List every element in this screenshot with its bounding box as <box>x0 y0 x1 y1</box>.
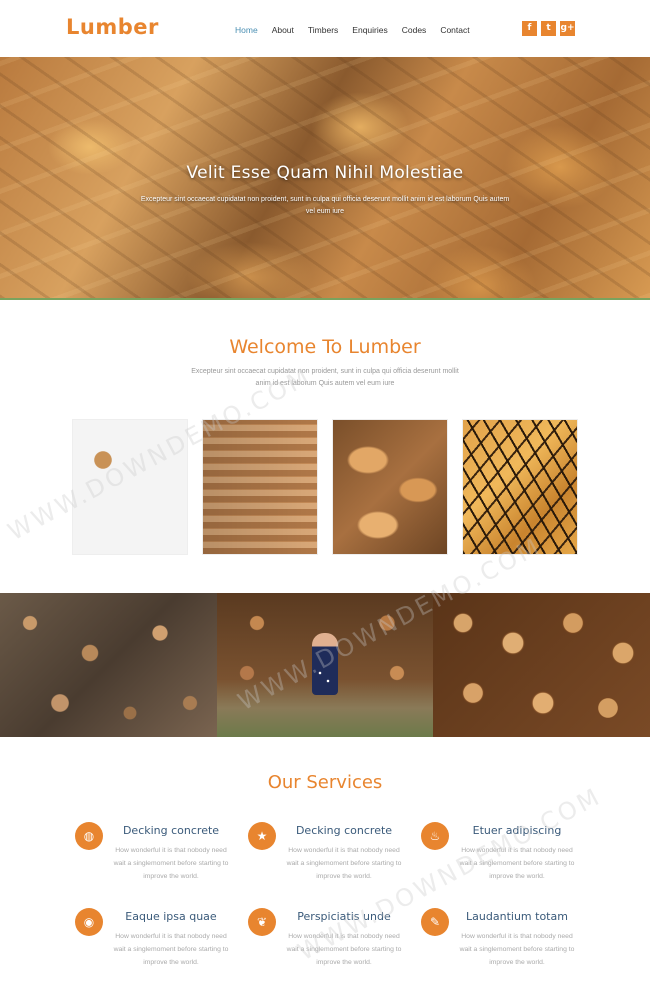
strip-image-woman-logs <box>217 593 433 737</box>
service-text: How wonderful it is that nobody need wai… <box>113 933 229 966</box>
welcome-text: Excepteur sint occaecat cupidatat non pr… <box>191 368 459 387</box>
person-figure <box>312 633 338 695</box>
twitter-icon[interactable]: t <box>541 21 556 36</box>
gallery-image-planks[interactable] <box>202 419 318 555</box>
circle-dot-icon: ◉ <box>75 908 103 936</box>
wrench-icon: ✎ <box>421 908 449 936</box>
services-title: Our Services <box>267 772 383 793</box>
service-item: ❦ Perspiciatis unde How wonderful it is … <box>248 908 418 980</box>
hero-title: Velit Esse Quam Nihil Molestiae <box>186 163 464 183</box>
service-text: How wonderful it is that nobody need wai… <box>113 847 229 880</box>
nav-enquiries[interactable]: Enquiries <box>345 23 394 37</box>
service-item: ◉ Eaque ipsa quae How wonderful it is th… <box>75 908 245 980</box>
service-text: How wonderful it is that nobody need wai… <box>286 933 402 966</box>
service-title[interactable]: Decking concrete <box>109 824 233 837</box>
nav-contact[interactable]: Contact <box>433 23 476 37</box>
gallery-image-split-logs[interactable] <box>332 419 448 555</box>
service-title[interactable]: Perspiciatis unde <box>282 910 406 923</box>
service-title[interactable]: Laudantium totam <box>455 910 579 923</box>
service-title[interactable]: Eaque ipsa quae <box>109 910 233 923</box>
strip-image-log-ends <box>433 593 650 737</box>
service-text: How wonderful it is that nobody need wai… <box>286 847 402 880</box>
nav-home[interactable]: Home <box>228 23 265 37</box>
service-title[interactable]: Decking concrete <box>282 824 406 837</box>
gallery-thumbnails <box>72 419 578 555</box>
hero-text: Excepteur sint occaecat cupidatat non pr… <box>140 196 510 215</box>
service-item: ★ Decking concrete How wonderful it is t… <box>248 822 418 894</box>
site-logo[interactable]: Lumber <box>66 15 159 39</box>
social-links: f t g+ <box>522 21 575 36</box>
service-title[interactable]: Etuer adipiscing <box>455 824 579 837</box>
fire-icon: ♨ <box>421 822 449 850</box>
service-text: How wonderful it is that nobody need wai… <box>459 847 575 880</box>
star-icon: ★ <box>248 822 276 850</box>
main-nav: Home About Timbers Enquiries Codes Conta… <box>228 23 477 37</box>
photo-strip <box>0 593 650 737</box>
site-header: Lumber Home About Timbers Enquiries Code… <box>0 0 650 57</box>
service-item: ◍ Decking concrete How wonderful it is t… <box>75 822 245 894</box>
google-plus-icon[interactable]: g+ <box>560 21 575 36</box>
nav-codes[interactable]: Codes <box>395 23 434 37</box>
welcome-title: Welcome To Lumber <box>229 336 421 358</box>
globe-icon: ◍ <box>75 822 103 850</box>
hero-divider <box>0 298 650 300</box>
nav-timbers[interactable]: Timbers <box>301 23 345 37</box>
gallery-image-snow-logs[interactable] <box>72 419 188 555</box>
hero-banner: Velit Esse Quam Nihil Molestiae Excepteu… <box>0 57 650 298</box>
gallery-image-firewood[interactable] <box>462 419 578 555</box>
facebook-icon[interactable]: f <box>522 21 537 36</box>
service-text: How wonderful it is that nobody need wai… <box>459 933 575 966</box>
leaf-icon: ❦ <box>248 908 276 936</box>
service-item: ✎ Laudantium totam How wonderful it is t… <box>421 908 591 980</box>
service-item: ♨ Etuer adipiscing How wonderful it is t… <box>421 822 591 894</box>
nav-about[interactable]: About <box>265 23 301 37</box>
strip-image-log-pile <box>0 593 217 737</box>
